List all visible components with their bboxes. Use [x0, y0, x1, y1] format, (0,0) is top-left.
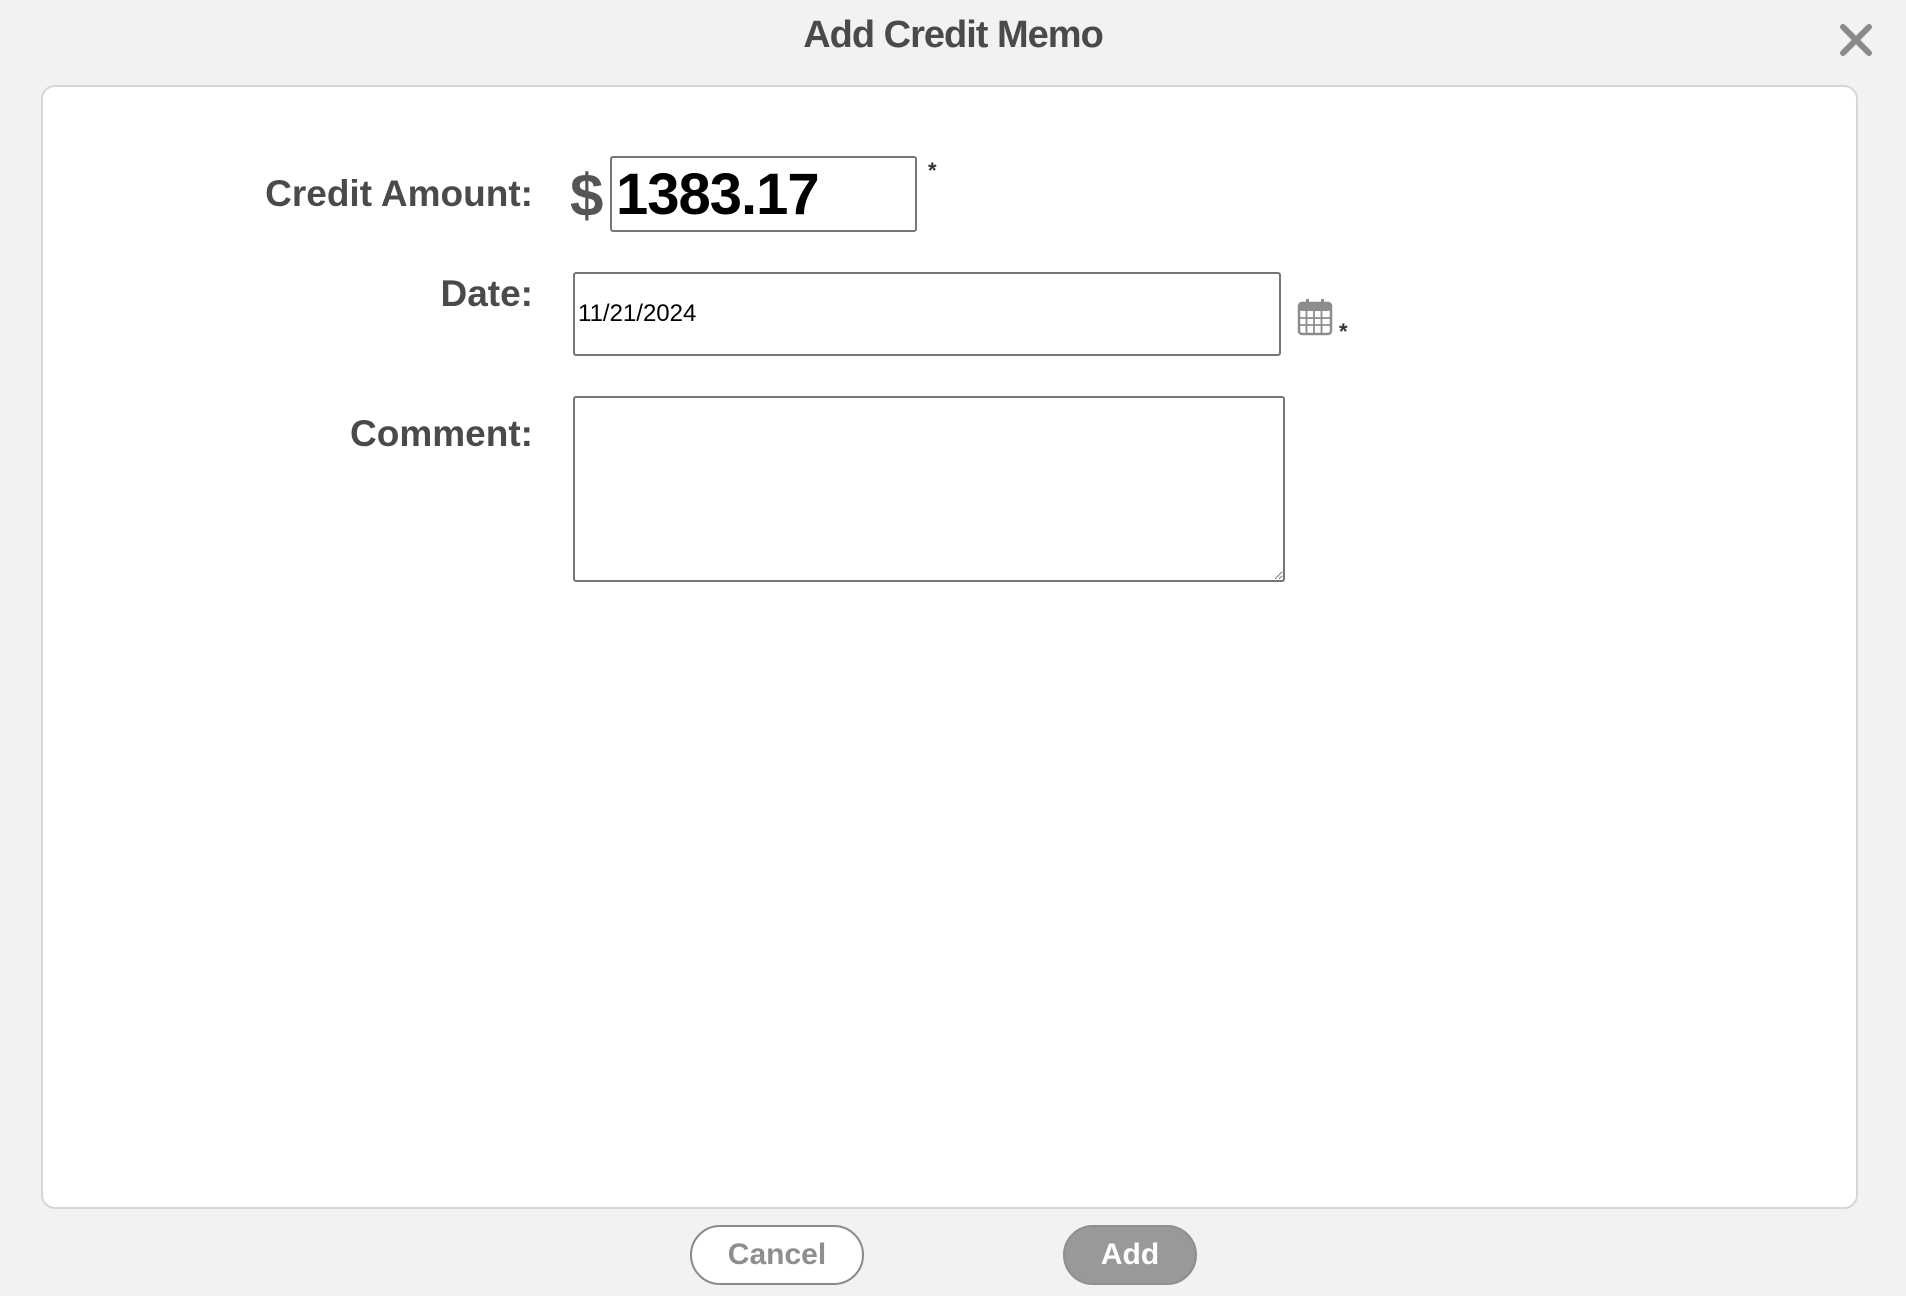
credit-amount-input[interactable]: [610, 156, 917, 232]
close-button[interactable]: [1834, 18, 1878, 62]
add-button[interactable]: Add: [1063, 1225, 1197, 1285]
dialog-title: Add Credit Memo: [803, 14, 1104, 56]
calendar-button[interactable]: [1297, 298, 1333, 336]
credit-amount-label: Credit Amount:: [265, 173, 533, 214]
comment-label: Comment:: [350, 413, 533, 454]
date-required-marker: *: [1339, 319, 1348, 344]
date-label: Date:: [440, 273, 533, 314]
currency-symbol: $: [570, 162, 604, 229]
form-panel: [41, 85, 1858, 1209]
calendar-icon: [1297, 299, 1333, 336]
close-icon: [1840, 24, 1872, 56]
comment-textarea[interactable]: [573, 396, 1285, 582]
date-input[interactable]: [573, 272, 1281, 356]
credit-amount-required-marker: *: [928, 158, 937, 183]
cancel-button[interactable]: Cancel: [690, 1225, 864, 1285]
